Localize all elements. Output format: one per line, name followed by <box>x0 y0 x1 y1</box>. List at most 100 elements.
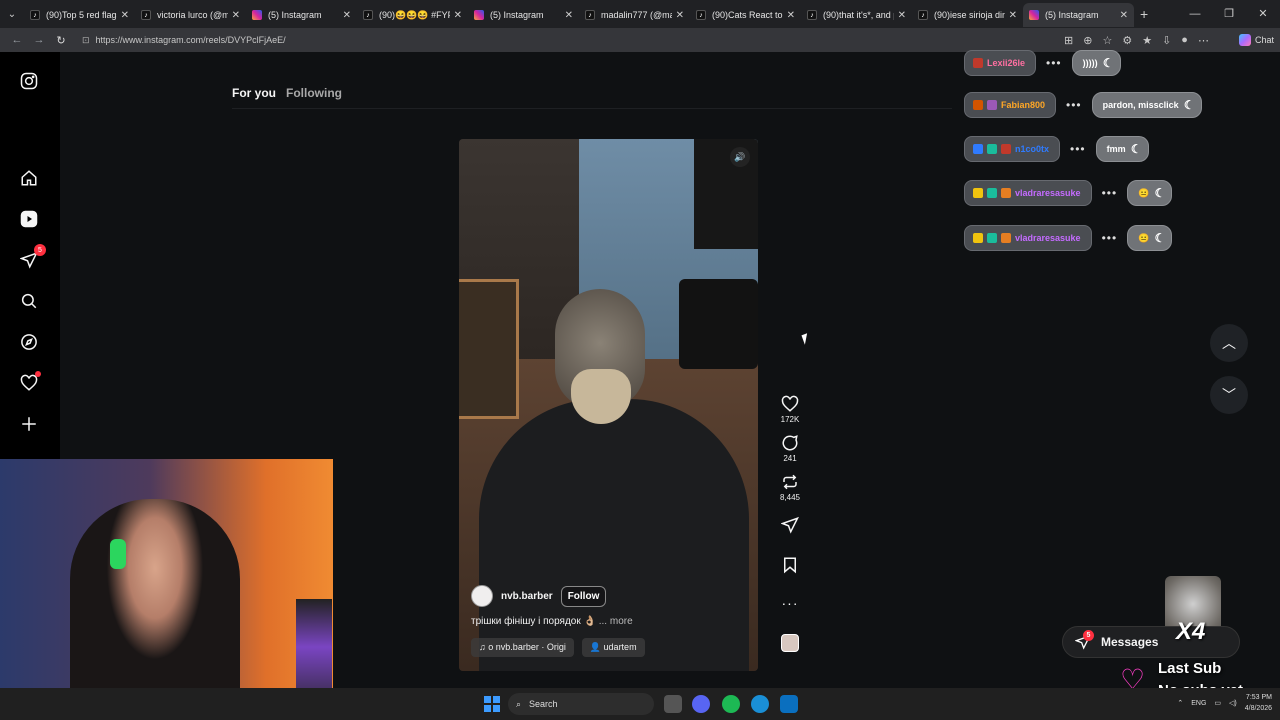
browser-tab[interactable]: ♪ (90)iese sirioja din co ✕ <box>912 3 1023 27</box>
close-tab-icon[interactable]: ✕ <box>787 10 795 21</box>
browser-tab[interactable]: ♪ (90)Cats React to To ✕ <box>690 3 801 27</box>
chat-message: 😐 <box>1138 187 1150 198</box>
audio-text: nvb.barber · Origi <box>495 642 566 652</box>
reels-icon[interactable] <box>18 208 40 230</box>
url-field[interactable]: ⊡ https://www.instagram.com/reels/DVYPcl… <box>78 30 1058 50</box>
tiktok-icon: ♪ <box>807 10 817 20</box>
back-icon[interactable]: ← <box>6 34 28 46</box>
search-icon[interactable] <box>18 290 40 312</box>
clock[interactable]: 7:53 PM 4/8/2026 <box>1245 692 1272 714</box>
like-button[interactable]: 172K <box>781 395 799 424</box>
tiktok-icon: ♪ <box>141 10 151 20</box>
browser-tab-bar: ⌄ ♪ (90)Top 5 red flags l ✕ ♪ victoria lurco… <box>0 0 1280 28</box>
reload-icon[interactable]: ↻ <box>50 34 72 47</box>
file-explorer-icon[interactable] <box>664 695 682 713</box>
close-tab-icon[interactable]: ✕ <box>898 10 906 21</box>
comment-button[interactable]: 241 <box>781 434 799 463</box>
network-icon[interactable]: ▭ <box>1214 699 1221 707</box>
follow-button[interactable]: Follow <box>560 585 607 607</box>
audio-prefix: o <box>488 642 494 652</box>
new-tab-button[interactable]: + <box>1140 6 1148 22</box>
tab-menu-chevron-icon[interactable]: ⌄ <box>0 0 24 28</box>
taskbar-search-placeholder: Search <box>529 699 558 709</box>
close-window-icon[interactable]: ✕ <box>1246 0 1280 28</box>
browser-tab[interactable]: ♪ (90)that it's*, and pe ✕ <box>801 3 912 27</box>
favorite-star-icon[interactable]: ☆ <box>1102 34 1112 47</box>
previous-reel-button[interactable]: ︿ <box>1210 324 1248 362</box>
save-button[interactable] <box>781 556 799 574</box>
close-tab-icon[interactable]: ✕ <box>565 10 573 21</box>
browser-tab[interactable]: (5) Instagram ✕ <box>246 3 357 27</box>
browser-tab[interactable]: (5) Instagram ✕ <box>1023 3 1134 27</box>
volume-icon[interactable]: 🔊 <box>730 147 750 167</box>
tab-following[interactable]: Following <box>286 86 342 100</box>
repost-button[interactable]: 8,445 <box>780 473 800 502</box>
downloads-icon[interactable]: ⇩ <box>1162 34 1171 47</box>
messages-icon[interactable]: 5 <box>18 244 46 271</box>
home-icon[interactable] <box>18 167 40 189</box>
create-icon[interactable] <box>18 413 40 435</box>
more-menu-icon[interactable]: ⋯ <box>1198 34 1209 47</box>
instagram-logo-icon[interactable] <box>18 70 40 92</box>
moon-icon: ☾ <box>1183 98 1195 112</box>
extensions-icon[interactable]: ⚙ <box>1122 34 1132 47</box>
browser-tab[interactable]: ♪ madalin777 (@mad ✕ <box>579 3 690 27</box>
badge-icon <box>973 100 983 110</box>
spotify-icon[interactable] <box>722 695 740 713</box>
close-tab-icon[interactable]: ✕ <box>232 10 240 21</box>
address-bar-actions: ⊞ ⊕ ☆ ⚙ ★ ⇩ ● ⋯ <box>1064 34 1209 47</box>
tagged-user-pill[interactable]: 👤 udartem <box>581 638 645 657</box>
messages-widget[interactable]: 5 Messages <box>1062 626 1240 658</box>
volume-tray-icon[interactable]: ◁) <box>1229 699 1237 707</box>
author-username[interactable]: nvb.barber <box>501 591 553 602</box>
maximize-icon[interactable]: ❐ <box>1212 0 1246 28</box>
close-tab-icon[interactable]: ✕ <box>121 10 129 21</box>
apps-icon[interactable]: ⊞ <box>1064 34 1073 47</box>
ellipsis-icon: ••• <box>1101 186 1118 200</box>
moon-icon: ☾ <box>1102 56 1114 70</box>
chat-message: ))))) <box>1082 58 1098 68</box>
browser-tab[interactable]: ♪ victoria lurco (@mar ✕ <box>135 3 246 27</box>
close-tab-icon[interactable]: ✕ <box>676 10 684 21</box>
edge-icon[interactable] <box>751 695 769 713</box>
tab-title: victoria lurco (@mar <box>157 10 228 20</box>
profile-avatar[interactable]: ● <box>1181 34 1188 47</box>
tiktok-icon: ♪ <box>363 10 373 20</box>
notifications-icon[interactable] <box>18 371 41 394</box>
zoom-icon[interactable]: ⊕ <box>1083 34 1092 47</box>
close-tab-icon[interactable]: ✕ <box>343 10 351 21</box>
discord-icon[interactable] <box>692 695 710 713</box>
audio-thumbnail[interactable] <box>781 634 799 652</box>
explore-icon[interactable] <box>18 331 40 353</box>
minimize-icon[interactable]: — <box>1178 0 1212 28</box>
more-options-button[interactable]: ··· <box>782 596 799 610</box>
audio-pill[interactable]: ♫ o nvb.barber · Origi <box>471 638 574 657</box>
browser-tab[interactable]: ♪ (90)😆😆😆 #FYP # ✕ <box>357 3 468 27</box>
url-text: https://www.instagram.com/reels/DVYPclFj… <box>95 35 286 45</box>
close-tab-icon[interactable]: ✕ <box>454 10 462 21</box>
app-icon[interactable] <box>780 695 798 713</box>
share-button[interactable] <box>781 516 799 534</box>
taskbar-search[interactable]: ⌕ Search <box>508 693 654 715</box>
author-avatar[interactable] <box>471 585 493 607</box>
favorites-icon[interactable]: ★ <box>1142 34 1152 47</box>
copilot-chat-button[interactable]: Chat <box>1238 34 1274 46</box>
forward-icon[interactable]: → <box>28 34 50 46</box>
tab-for-you[interactable]: For you <box>232 86 276 100</box>
next-reel-button[interactable]: ﹀ <box>1210 376 1248 414</box>
last-sub-title: Last Sub <box>1158 660 1222 677</box>
browser-tab[interactable]: ♪ (90)Top 5 red flags l ✕ <box>24 3 135 27</box>
tab-title: (5) Instagram <box>268 10 322 20</box>
browser-tab[interactable]: (5) Instagram ✕ <box>468 3 579 27</box>
caption-more-link[interactable]: ... more <box>599 616 633 627</box>
reel-video[interactable]: 🔊 nvb.barber Follow трішки фінішу і поря… <box>459 139 758 671</box>
windows-start-icon[interactable] <box>484 696 500 712</box>
chevron-down-icon: ﹀ <box>1222 387 1236 403</box>
tray-chevron-icon[interactable]: ⌃ <box>1177 699 1183 707</box>
close-tab-icon[interactable]: ✕ <box>1120 10 1128 21</box>
badge-icon <box>973 188 983 198</box>
close-tab-icon[interactable]: ✕ <box>1009 10 1017 21</box>
feed-divider <box>232 108 952 109</box>
language-indicator[interactable]: ENG <box>1191 700 1206 707</box>
tab-title: (90)Cats React to To <box>712 10 783 20</box>
